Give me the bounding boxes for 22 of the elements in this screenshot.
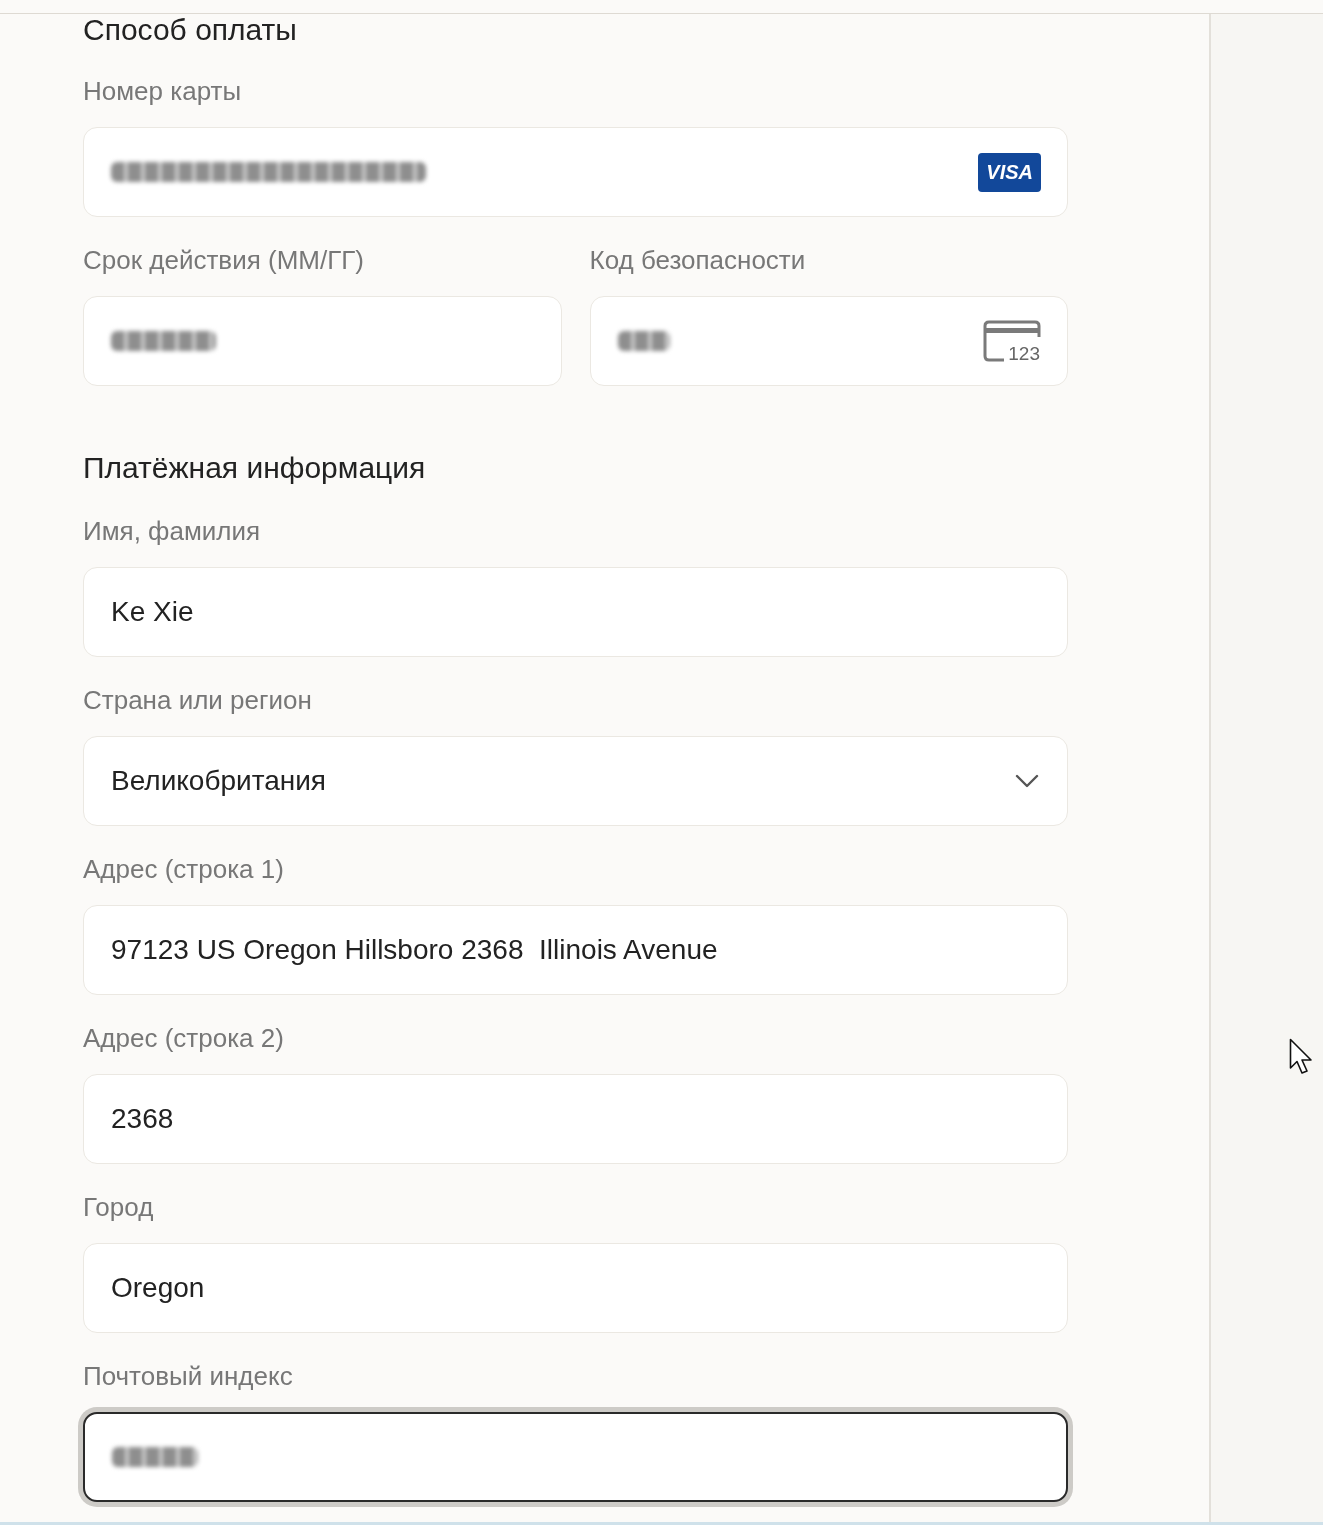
text-input[interactable]: Oregon bbox=[83, 1243, 1068, 1333]
field-label: Код безопасности bbox=[589, 244, 807, 276]
field-label: Почтовый индекс bbox=[83, 1360, 294, 1392]
security-code-input[interactable]: 123 bbox=[589, 296, 1068, 386]
chevron-down-icon bbox=[1015, 774, 1039, 788]
section-heading: Способ оплаты bbox=[83, 14, 298, 46]
field-label: Город bbox=[83, 1191, 155, 1223]
card-brand-badge: VISA bbox=[978, 152, 1041, 192]
field-label: Имя, фамилия bbox=[83, 515, 262, 547]
card-number-input[interactable]: VISA bbox=[83, 127, 1068, 217]
field-label: Адрес (строка 1) bbox=[83, 853, 285, 885]
section-heading: Платёжная информация bbox=[83, 450, 427, 486]
field-label: Адрес (строка 2) bbox=[83, 1022, 285, 1054]
expiry-input[interactable] bbox=[83, 296, 562, 386]
field-label: Номер карты bbox=[83, 75, 243, 107]
blurred-text bbox=[617, 331, 670, 351]
dropdown[interactable]: Великобритания bbox=[83, 736, 1068, 826]
field-label: Страна или регион bbox=[83, 684, 313, 716]
field-label: Срок действия (ММ/ГГ) bbox=[83, 244, 365, 276]
text-input[interactable]: 97123 US Oregon Hillsboro 2368 Illinois Avenue bbox=[83, 905, 1068, 995]
text-input[interactable]: 2368 bbox=[83, 1074, 1068, 1164]
text-input[interactable]: Ke Xie bbox=[83, 567, 1068, 657]
